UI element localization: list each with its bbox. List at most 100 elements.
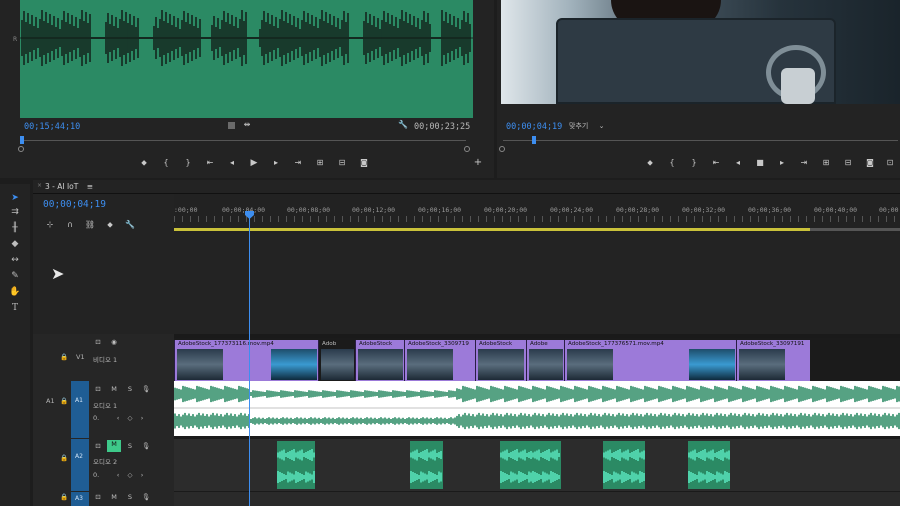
slip-tool-icon[interactable]: ↔ [8,254,22,266]
solo-button[interactable]: S [125,385,135,393]
mute-button[interactable]: M [109,385,119,393]
audio-clip[interactable] [277,441,315,489]
video-clip[interactable]: AdobeStock_177376571.mov.mp4 [564,340,736,382]
audio-clip[interactable] [410,441,443,489]
add-button-icon[interactable]: + [471,158,485,168]
snap-magnet-icon[interactable]: ∩ [63,220,77,230]
hand-tool-icon[interactable]: ✋ [8,286,22,298]
microphone-icon[interactable]: 🎙 [141,442,151,450]
solo-button[interactable]: S [125,442,135,450]
video-clip[interactable]: AdobeStock [355,340,404,382]
add-keyframe-icon[interactable]: ◇ [125,414,135,422]
source-scrub-bar[interactable] [22,140,466,141]
toggle-sync-lock-icon[interactable]: ⊡ [93,338,103,346]
overwrite-icon[interactable]: ⊟ [335,158,349,168]
extract-icon[interactable]: ⊟ [841,158,855,168]
ripple-edit-tool-icon[interactable]: ╫ [8,222,22,234]
track-target-a2[interactable]: A2 [71,439,89,491]
solo-button[interactable]: S [125,493,135,501]
audio-track-a2[interactable] [174,439,900,491]
prev-keyframe-icon[interactable]: ‹ [113,471,123,479]
go-to-out-icon[interactable]: ⇥ [291,158,305,168]
go-to-in-icon[interactable]: ⇤ [709,158,723,168]
program-scrub-start[interactable] [499,146,505,152]
marker-icon[interactable]: ⬥ [137,158,151,168]
stop-icon[interactable]: ■ [753,158,767,168]
selection-tool-icon[interactable]: ➤ [8,192,22,204]
compare-icon[interactable]: ⊡ [883,158,897,168]
source-playhead[interactable] [20,136,24,144]
audio-track-a1[interactable] [174,381,900,438]
video-clip[interactable]: Adob [318,340,355,382]
program-timecode[interactable]: 00;00;04;19 [506,122,562,132]
audio-clip[interactable] [603,441,645,489]
step-forward-icon[interactable]: ▸ [775,158,789,168]
source-timecode[interactable]: 00;15;44;10 [24,122,80,132]
insert-marker-icon[interactable]: ⇹ [240,120,254,130]
scrub-start-handle[interactable] [18,146,24,152]
microphone-icon[interactable]: 🎙 [141,385,151,393]
program-video-frame[interactable] [501,0,900,104]
linked-selection-icon[interactable]: ⛓ [83,220,97,230]
lock-icon[interactable]: 🔒 [59,353,69,361]
eye-icon[interactable]: ◉ [109,338,119,346]
video-track-v1[interactable]: AdobeStock_177373116.mov.mp4 Adob AdobeSto… [174,338,900,382]
mark-out-icon[interactable]: } [181,158,195,168]
go-to-out-icon[interactable]: ⇥ [797,158,811,168]
audio-track-a3[interactable] [174,492,900,506]
settings-wrench-icon[interactable]: 🔧 [123,220,137,230]
audio-clip[interactable] [688,441,730,489]
prev-keyframe-icon[interactable]: ‹ [113,414,123,422]
lift-icon[interactable]: ⊞ [819,158,833,168]
nest-icon[interactable]: ⊹ [43,220,57,230]
next-keyframe-icon[interactable]: › [137,414,147,422]
stop-square-icon[interactable] [228,122,235,129]
video-clip[interactable]: Adobe [526,340,564,382]
step-back-icon[interactable]: ◂ [731,158,745,168]
audio-clip[interactable] [500,441,532,489]
lock-icon[interactable]: 🔒 [59,397,69,405]
timeline-playhead-line[interactable] [249,215,250,506]
razor-tool-icon[interactable]: ◆ [8,238,22,250]
camera-icon[interactable]: ◙ [357,158,371,168]
pen-tool-icon[interactable]: ✎ [8,270,22,282]
source-patch-a1[interactable]: A1 [46,397,55,405]
timeline-timecode[interactable]: 00;00;04;19 [43,199,106,210]
audio-clip-a1[interactable] [174,381,900,436]
track-id-v1[interactable]: V1 [76,353,85,361]
mark-in-icon[interactable]: { [665,158,679,168]
timeline-tab[interactable]: 3 - AI IoT ≡ [45,182,93,191]
sync-lock-icon[interactable]: ⊡ [93,442,103,450]
step-forward-icon[interactable]: ▸ [269,158,283,168]
mute-button[interactable]: M [109,493,119,501]
insert-icon[interactable]: ⊞ [313,158,327,168]
video-clip[interactable]: AdobeStock [475,340,526,382]
audio-clip[interactable] [532,441,561,489]
wrench-icon[interactable]: 🔧 [396,120,410,130]
sync-lock-icon[interactable]: ⊡ [93,385,103,393]
lock-icon[interactable]: 🔒 [59,454,69,462]
sync-lock-icon[interactable]: ⊡ [93,493,103,501]
marker-icon[interactable]: ⬥ [643,158,657,168]
mute-button-active[interactable]: M [107,440,121,452]
camera-icon[interactable]: ◙ [863,158,877,168]
add-keyframe-icon[interactable]: ◇ [125,471,135,479]
track-select-tool-icon[interactable]: ⇉ [8,206,22,218]
video-clip[interactable]: AdobeStock_3309719 [404,340,475,382]
fit-dropdown[interactable]: 맞추기 ⌄ [569,121,604,131]
program-playhead[interactable] [532,136,536,144]
mark-out-icon[interactable]: } [687,158,701,168]
lock-icon[interactable]: 🔒 [59,493,69,501]
program-scrub-bar[interactable] [503,140,898,141]
play-icon[interactable]: ▶ [247,158,261,168]
go-to-in-icon[interactable]: ⇤ [203,158,217,168]
video-clip[interactable]: AdobeStock_177373116.mov.mp4 [174,340,318,382]
add-marker-icon[interactable]: ⬥ [103,220,117,230]
video-clip[interactable]: AdobeStock_33097191 [736,340,810,382]
track-target-a3[interactable]: A3 [71,492,89,506]
close-icon[interactable]: × [37,182,42,189]
menu-icon[interactable]: ≡ [87,182,93,191]
microphone-icon[interactable]: 🎙 [141,493,151,501]
scrub-end-handle[interactable] [464,146,470,152]
source-waveform[interactable] [20,0,473,118]
